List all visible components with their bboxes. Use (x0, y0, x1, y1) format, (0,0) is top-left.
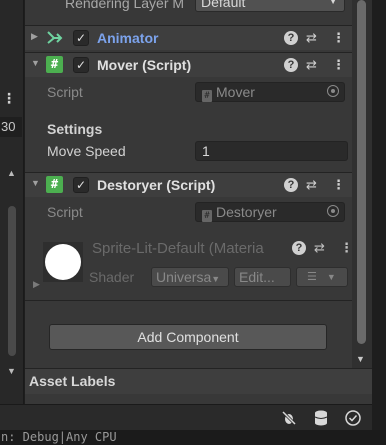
move-speed-label[interactable]: Move Speed (47, 143, 126, 159)
shader-value: Universa (156, 269, 212, 285)
material-section: ▶ Sprite-Lit-Default (Materia ? ⇄ ⋮ Shad… (25, 232, 353, 300)
left-panel-strip: ⋮ 30 ▲ ▼ (0, 0, 24, 410)
object-picker-icon[interactable] (327, 85, 339, 97)
material-preview (43, 242, 83, 282)
asset-labels-body (25, 394, 372, 404)
rendering-layer-dropdown[interactable]: Default ▼ (195, 0, 345, 12)
destoryer-enabled-checkbox[interactable]: ✓ (73, 177, 89, 193)
mover-header-tools: ? ⇄ ⋮ (284, 57, 345, 74)
presets-icon[interactable]: ⇄ (306, 177, 317, 193)
inspector-scrollbar-thumb[interactable] (357, 0, 366, 344)
left-scrollbar[interactable]: ▲ ▼ (6, 168, 18, 376)
mover-script-value: Mover (216, 84, 255, 100)
animator-enabled-checkbox[interactable]: ✓ (73, 30, 89, 46)
chevron-down-icon: ▼ (328, 0, 338, 7)
edit-shader-button[interactable]: Edit... (234, 267, 291, 287)
inspector-panel: Rendering Layer M Default ▼ ▶ ✓ Animator… (25, 0, 372, 368)
asset-labels-header[interactable]: Asset Labels (25, 368, 372, 394)
left-scrollbar-thumb[interactable] (8, 206, 16, 356)
scroll-down-arrow-icon[interactable]: ▼ (7, 366, 16, 376)
shader-label: Shader (89, 269, 135, 285)
destoryer-script-value: Destoryer (216, 204, 277, 220)
cache-server-icon[interactable] (312, 409, 330, 427)
mover-component-header[interactable]: ▼ # ✓ Mover (Script) ? ⇄ ⋮ (25, 52, 352, 77)
settings-header: Settings (47, 121, 103, 137)
component-menu-icon[interactable]: ⋮ (332, 177, 345, 193)
add-component-button[interactable]: Add Component (49, 324, 327, 350)
destoryer-script-field[interactable]: # Destoryer (195, 202, 345, 222)
foldout-arrow-icon[interactable]: ▶ (33, 279, 40, 290)
debug-off-icon[interactable] (280, 409, 298, 427)
status-bar (0, 404, 372, 430)
destoryer-component-header[interactable]: ▼ # ✓ Destoryer (Script) ? ⇄ ⋮ (25, 172, 352, 197)
animator-component-header[interactable]: ▶ ✓ Animator ? ⇄ ⋮ (25, 25, 352, 50)
foldout-arrow-icon[interactable]: ▶ (31, 31, 38, 42)
animator-header-tools: ? ⇄ ⋮ (284, 30, 345, 47)
left-value-field[interactable]: 30 (0, 117, 22, 137)
inspector-scrollbar[interactable]: ▼ (352, 0, 372, 368)
help-icon[interactable]: ? (284, 31, 298, 45)
presets-icon[interactable]: ⇄ (306, 30, 317, 46)
shader-dropdown[interactable]: Universa▼ (151, 267, 229, 287)
check-circle-icon[interactable] (344, 409, 362, 427)
shader-options-dropdown[interactable]: ☰ ▼ (296, 267, 348, 287)
rendering-layer-row: Rendering Layer M Default ▼ (25, 0, 352, 18)
mover-title[interactable]: Mover (Script) (97, 57, 191, 73)
mover-script-label: Script (47, 84, 83, 100)
rendering-layer-label: Rendering Layer M (65, 0, 185, 11)
section-divider (25, 300, 352, 301)
material-header-tools: ? ⇄ ⋮ (292, 240, 353, 257)
asset-labels-title: Asset Labels (29, 373, 116, 389)
mover-enabled-checkbox[interactable]: ✓ (73, 57, 89, 73)
material-title: Sprite-Lit-Default (Materia (92, 240, 264, 257)
script-file-icon: # (202, 210, 212, 222)
script-icon: # (46, 56, 63, 73)
foldout-arrow-icon[interactable]: ▼ (31, 58, 40, 68)
presets-icon[interactable]: ⇄ (314, 240, 325, 256)
script-icon: # (46, 176, 63, 193)
object-picker-icon[interactable] (327, 205, 339, 217)
window-edge (372, 0, 386, 430)
list-icon: ☰ (307, 271, 317, 283)
help-icon[interactable]: ? (284, 58, 298, 72)
animator-title[interactable]: Animator (97, 30, 158, 46)
foldout-arrow-icon[interactable]: ▼ (31, 178, 40, 188)
presets-icon[interactable]: ⇄ (306, 57, 317, 73)
mover-script-field[interactable]: # Mover (195, 82, 345, 102)
component-menu-icon[interactable]: ⋮ (332, 30, 345, 46)
help-icon[interactable]: ? (292, 241, 306, 255)
help-icon[interactable]: ? (284, 178, 298, 192)
scroll-down-arrow-icon[interactable]: ▼ (356, 354, 365, 364)
move-speed-field[interactable]: 1 (195, 141, 348, 161)
rendering-layer-value: Default (201, 0, 246, 10)
destoryer-title[interactable]: Destoryer (Script) (97, 177, 215, 193)
component-menu-icon[interactable]: ⋮ (332, 57, 345, 73)
overflow-menu-icon[interactable]: ⋮ (2, 90, 16, 107)
scroll-up-arrow-icon[interactable]: ▲ (7, 168, 16, 178)
terminal-output: n: Debug|Any CPU (0, 430, 386, 445)
destoryer-header-tools: ? ⇄ ⋮ (284, 177, 345, 194)
chevron-down-icon: ▼ (326, 272, 336, 282)
destoryer-script-label: Script (47, 204, 83, 220)
animator-icon (46, 29, 63, 46)
chevron-down-icon: ▼ (211, 274, 221, 284)
script-file-icon: # (202, 90, 212, 102)
